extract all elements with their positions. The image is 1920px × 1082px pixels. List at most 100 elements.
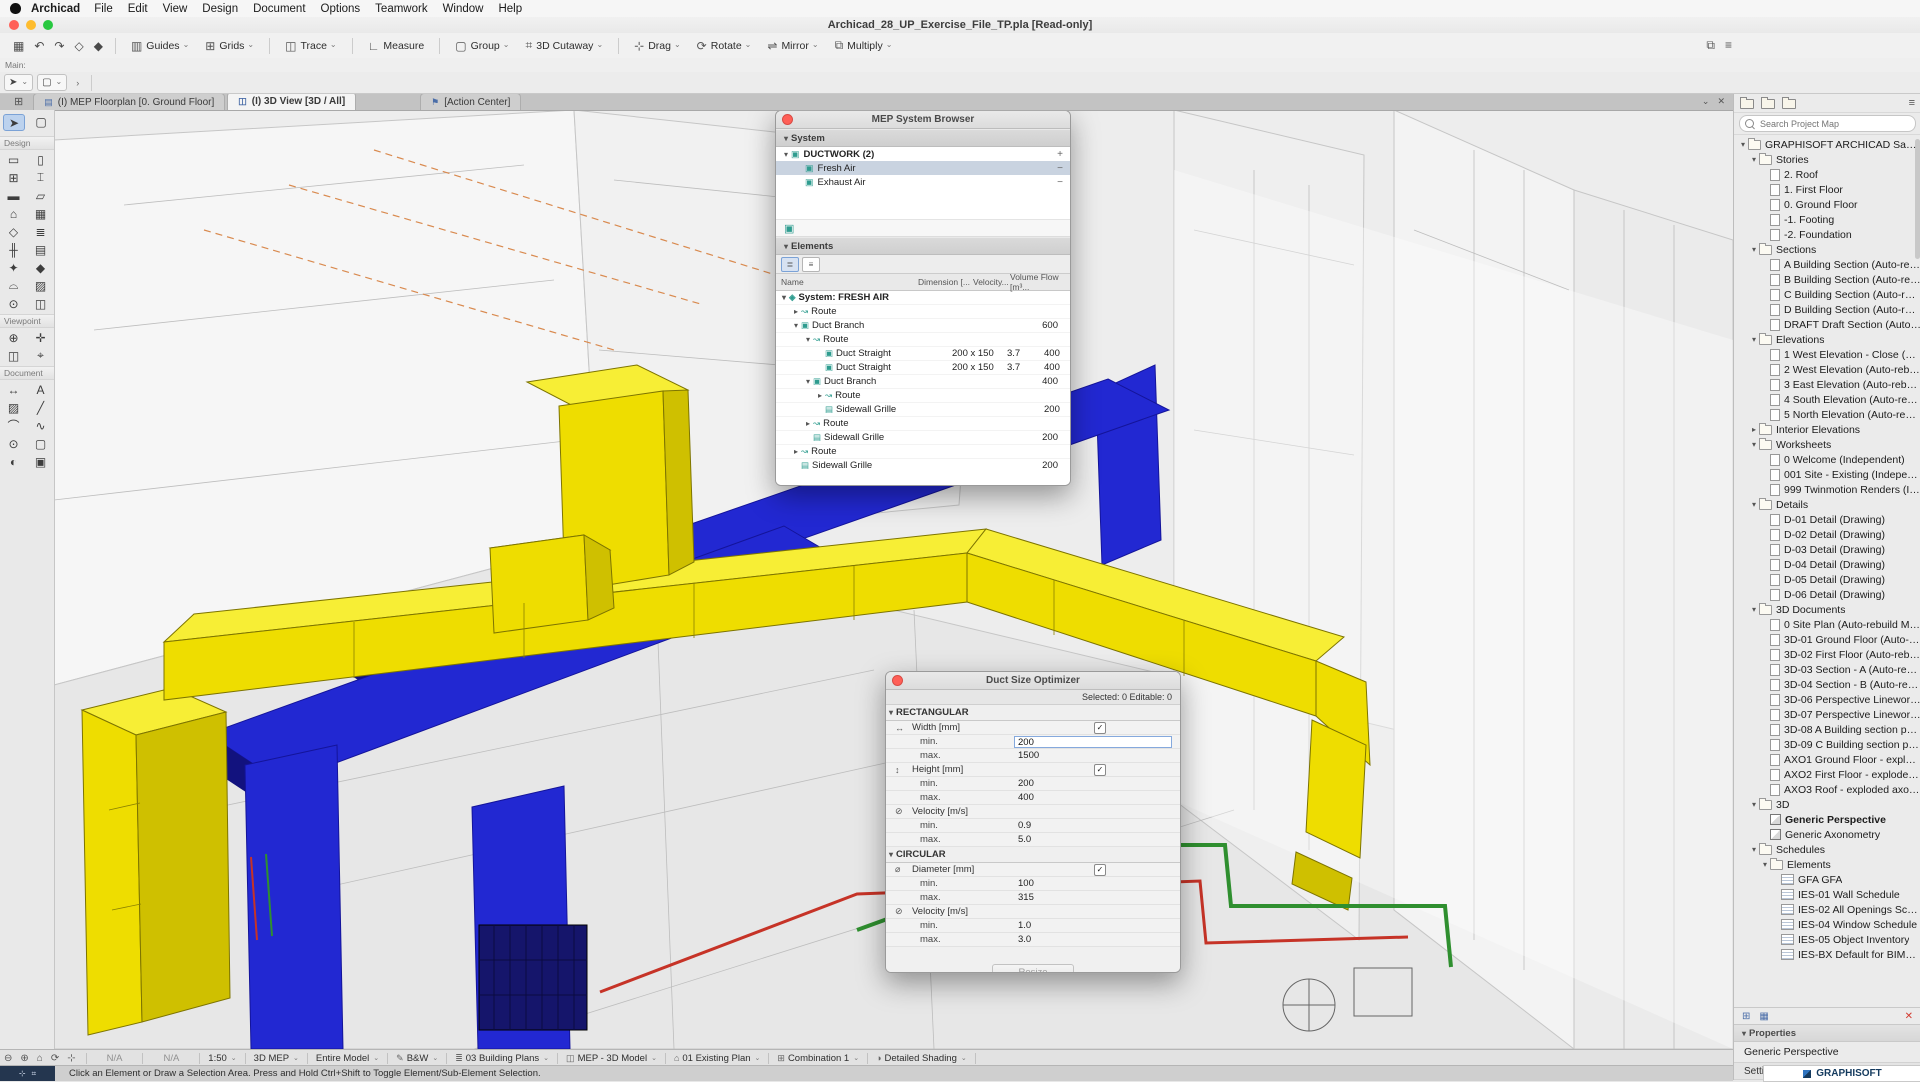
disclosure-icon[interactable]: ▾: [803, 377, 813, 386]
nav-item-generic-perspective[interactable]: Generic Perspective: [1734, 812, 1920, 827]
system-item-ductwork-2[interactable]: ▾▣DUCTWORK (2)+: [776, 147, 1070, 161]
shell-tool[interactable]: ⌓: [4, 278, 24, 293]
menu-view[interactable]: View: [163, 3, 188, 15]
element-row-sidewall-grille[interactable]: ▤Sidewall Grille200: [776, 459, 1070, 473]
disclosure-icon[interactable]: ▾: [886, 708, 896, 717]
disclosure-icon[interactable]: ▸: [815, 391, 825, 400]
nav-item-d-03-detail-drawing[interactable]: D-03 Detail (Drawing): [1734, 542, 1920, 557]
close-icon[interactable]: [782, 114, 793, 125]
status-detailed-shading[interactable]: ◑Detailed Shading⌄: [876, 1053, 967, 1064]
lamp-tool[interactable]: ⊙: [4, 296, 24, 311]
toolbar-mirror-button[interactable]: ⇌Mirror⌄: [763, 36, 822, 56]
nav-item-ies-04-window-schedule[interactable]: IES-04 Window Schedule: [1734, 917, 1920, 932]
menu-help[interactable]: Help: [498, 3, 522, 15]
orbit-icon[interactable]: ⟳: [51, 1053, 59, 1064]
menu-document[interactable]: Document: [253, 3, 305, 15]
status-3d-mep[interactable]: 3D MEP⌄: [254, 1053, 299, 1064]
redo-icon[interactable]: ↷: [54, 39, 64, 53]
nav-item-sections[interactable]: ▾Sections: [1734, 242, 1920, 257]
nav-item-d-06-detail-drawing[interactable]: D-06 Detail (Drawing): [1734, 587, 1920, 602]
nav-item-draft-draft-section-auto-rebuild-mo[interactable]: DRAFT Draft Section (Auto-rebuild Mo...: [1734, 317, 1920, 332]
opening-tool[interactable]: ▨: [31, 278, 51, 293]
nav-item-axo1-ground-floor-exploded-axonom[interactable]: AXO1 Ground Floor - exploded axonom...: [1734, 752, 1920, 767]
disclosure-icon[interactable]: ▾: [1739, 1029, 1749, 1038]
nav-item-3d[interactable]: ▾3D: [1734, 797, 1920, 812]
menu-options[interactable]: Options: [321, 3, 361, 15]
element-row-duct-straight[interactable]: ▣Duct Straight200 x 1503.7400: [776, 361, 1070, 375]
disclosure-icon[interactable]: ▾: [1749, 155, 1759, 164]
nav-item-details[interactable]: ▾Details: [1734, 497, 1920, 512]
spline-tool[interactable]: ∿: [31, 418, 51, 433]
zoom-out-icon[interactable]: ⊖: [4, 1053, 12, 1064]
nav-item-ies-bx-default-for-bimx-output[interactable]: IES-BX Default for BIMx output: [1734, 947, 1920, 962]
toolbar-group-button[interactable]: ▢Group⌄: [451, 36, 513, 56]
nav-item-0-site-plan-auto-rebuild-model[interactable]: 0 Site Plan (Auto-rebuild Model): [1734, 617, 1920, 632]
system-type-row[interactable]: ▣: [776, 220, 1070, 237]
zone-tool[interactable]: ◇: [4, 224, 24, 239]
toolbar-grids-button[interactable]: ⊞Grids⌄: [201, 36, 258, 56]
fit-in-window-icon[interactable]: ⌂: [37, 1053, 43, 1064]
nav-item-elements[interactable]: ▾Elements: [1734, 857, 1920, 872]
equipment-tool[interactable]: ◫: [31, 296, 51, 311]
nav-item-1-west-elevation-close-auto-rebuild[interactable]: 1 West Elevation - Close (Auto-rebuild .…: [1734, 347, 1920, 362]
mesh-tool[interactable]: ▦: [31, 206, 51, 221]
disclosure-icon[interactable]: ▸: [803, 419, 813, 428]
apple-menu-icon[interactable]: [10, 3, 21, 14]
nav-item-3d-04-section-b-auto-rebuild-mode[interactable]: 3D-04 Section - B (Auto-rebuild Mode...: [1734, 677, 1920, 692]
system-item-fresh-air[interactable]: ▣Fresh Air−: [776, 161, 1070, 175]
nav-item-5-north-elevation-auto-rebuild-model[interactable]: 5 North Elevation (Auto-rebuild Model): [1734, 407, 1920, 422]
favorites-icon[interactable]: ▦: [13, 39, 24, 53]
status-b-w[interactable]: ✎B&W⌄: [396, 1053, 438, 1064]
nav-item-3d-07-perspective-linework-street-a[interactable]: 3D-07 Perspective Linework - street (A..…: [1734, 707, 1920, 722]
door-tool[interactable]: ▯: [31, 152, 51, 167]
tab-action-center[interactable]: ⚑[Action Center]: [420, 93, 521, 110]
tab-list-icon[interactable]: ⌄: [1702, 96, 1710, 107]
app-menu[interactable]: Archicad: [31, 3, 80, 15]
element-row-route[interactable]: ▸↝Route: [776, 417, 1070, 431]
marquee-tool-dropdown[interactable]: ▢⌄: [37, 74, 67, 91]
nav-item-schedules[interactable]: ▾Schedules: [1734, 842, 1920, 857]
remove-icon[interactable]: −: [1057, 163, 1063, 174]
disclosure-icon[interactable]: ▾: [1749, 605, 1759, 614]
exhaust-grille[interactable]: [479, 925, 587, 1030]
menu-file[interactable]: File: [94, 3, 113, 15]
delete-icon[interactable]: ✕: [1905, 1011, 1913, 1022]
flat-view-button[interactable]: ≡: [802, 257, 820, 272]
element-row-duct-branch[interactable]: ▾▣Duct Branch400: [776, 375, 1070, 389]
disclosure-icon[interactable]: ▸: [791, 307, 801, 316]
checkbox[interactable]: ✓: [1094, 864, 1106, 876]
nav-item-axo2-first-floor-exploded-axonomet[interactable]: AXO2 First Floor - exploded axonomet...: [1734, 767, 1920, 782]
element-row-route[interactable]: ▸↝Route: [776, 389, 1070, 403]
nav-item-gfa-gfa[interactable]: GFA GFA: [1734, 872, 1920, 887]
disclosure-icon[interactable]: ▾: [791, 321, 801, 330]
elements-section-header[interactable]: ▾ Elements: [776, 237, 1070, 255]
tab-overview-icon[interactable]: ⊞: [14, 95, 23, 108]
status-03-building-plans[interactable]: ≣03 Building Plans⌄: [455, 1053, 549, 1064]
nav-item-graphisoft-archicad-sample-project-h[interactable]: ▾GRAPHISOFT ARCHICAD Sample Project - H.…: [1734, 137, 1920, 152]
tree-view-button[interactable]: ≣: [781, 257, 799, 272]
text-tool[interactable]: A: [31, 382, 51, 397]
resize-button[interactable]: Resize: [992, 964, 1074, 973]
expand-icon[interactable]: ›: [76, 78, 79, 88]
element-row-sidewall-grille[interactable]: ▤Sidewall Grille200: [776, 403, 1070, 417]
disclosure-icon[interactable]: ▾: [1749, 440, 1759, 449]
checkbox[interactable]: ✓: [1094, 764, 1106, 776]
disclosure-icon[interactable]: ▾: [781, 134, 791, 143]
column-header-volume-flow-m[interactable]: Volume Flow [m³...: [1010, 272, 1070, 292]
stair-tool[interactable]: ≣: [31, 224, 51, 239]
close-tab-icon[interactable]: ✕: [1717, 96, 1725, 107]
section-header-rectangular[interactable]: ▾RECTANGULAR: [886, 705, 1180, 721]
detail-tool[interactable]: ▣: [31, 454, 51, 469]
element-row-system-fresh-air[interactable]: ▾◈System: FRESH AIR: [776, 291, 1070, 305]
figure-tool[interactable]: ▢: [31, 436, 51, 451]
status-mep-3d-model[interactable]: ◫MEP - 3D Model⌄: [566, 1053, 657, 1064]
toolbar-multiply-button[interactable]: ⧉Multiply⌄: [831, 36, 897, 56]
close-icon[interactable]: [892, 675, 903, 686]
clone-folder-icon[interactable]: ⊞: [1742, 1011, 1750, 1022]
toolbar-drag-button[interactable]: ⊹Drag⌄: [630, 36, 685, 56]
project-map-icon[interactable]: [1761, 99, 1775, 109]
element-row-route[interactable]: ▾↝Route: [776, 333, 1070, 347]
new-viewpoint-icon[interactable]: ▦: [1759, 1011, 1768, 1022]
morph-tool[interactable]: ◆: [31, 260, 51, 275]
system-section-header[interactable]: ▾ System: [776, 129, 1070, 147]
